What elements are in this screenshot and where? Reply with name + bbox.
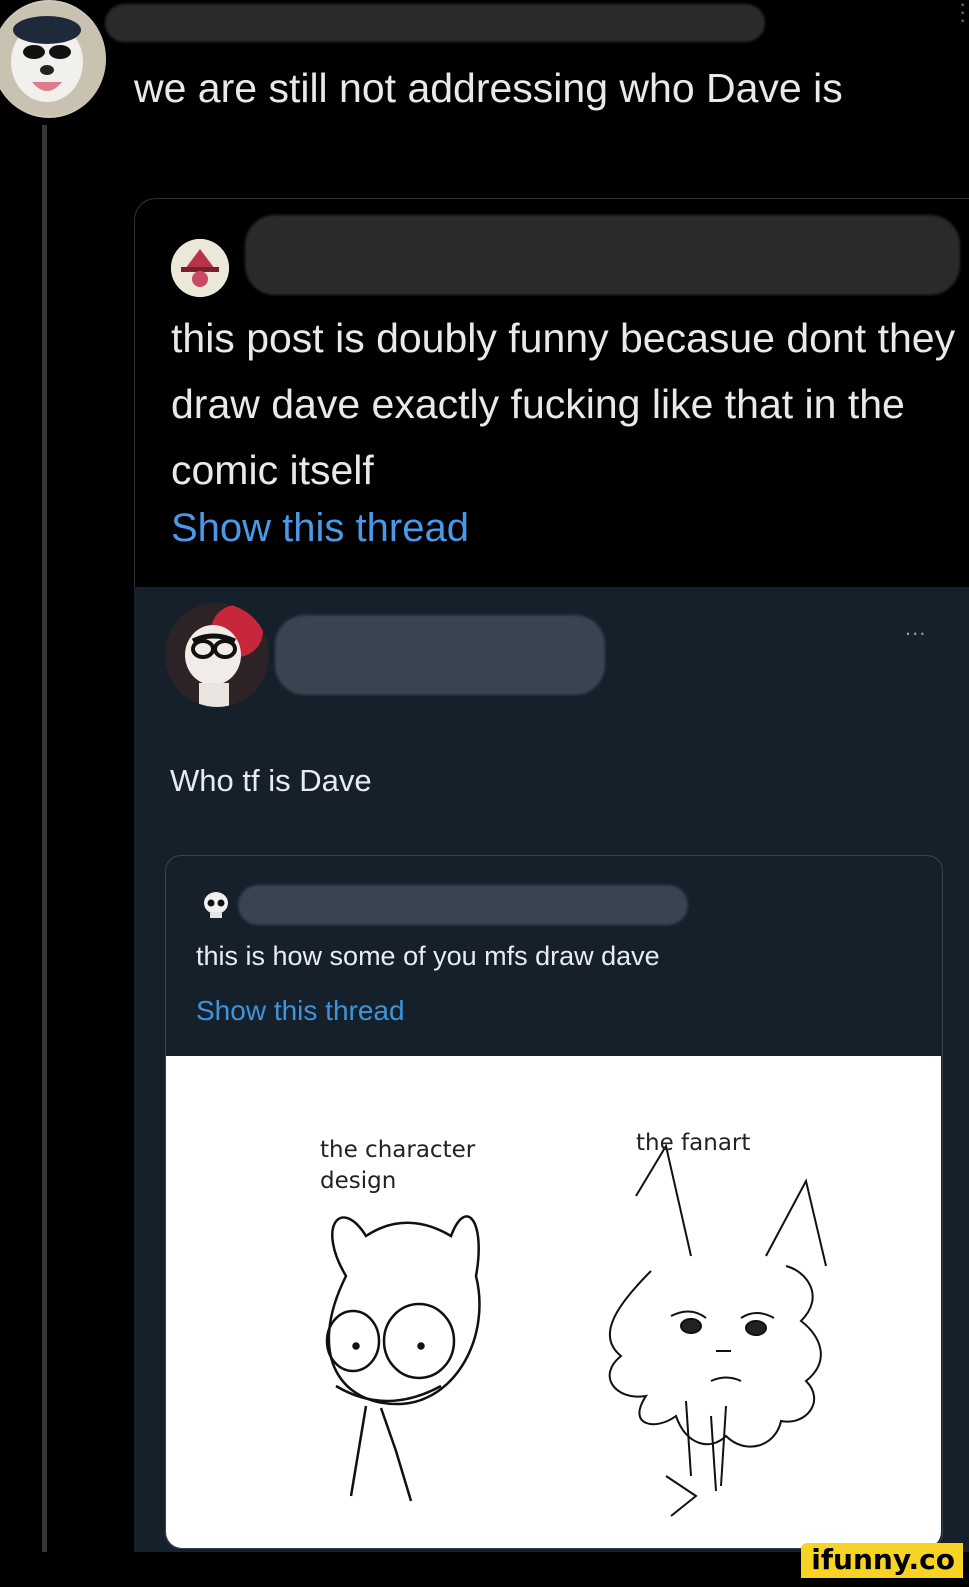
inner-show-thread-link: Show this thread [196, 995, 405, 1026]
screenshot-user-avatar [165, 603, 269, 707]
quoted-tweet-text: this post is doubly funny becasue dont t… [171, 315, 956, 493]
redacted-quoted-username [245, 215, 960, 295]
screenshot-more-icon: ... [905, 615, 927, 640]
ifunny-watermark: ifunny.co [801, 1543, 963, 1578]
more-options-icon[interactable]: · · · [959, 0, 967, 40]
screenshot-tweet-text: Who tf is Dave [170, 763, 372, 798]
redacted-inner-username [238, 885, 688, 925]
show-thread-link[interactable]: Show this thread [171, 506, 469, 551]
fanart-label: the fanart [636, 1130, 751, 1156]
comic-drawing [166, 1056, 941, 1548]
quoted-user-avatar [171, 239, 229, 297]
skull-avatar-icon [197, 886, 237, 926]
tweet-text: we are still not addressing who Dave is [134, 65, 843, 111]
redacted-username [105, 4, 765, 42]
character-design-label: the character design [320, 1137, 476, 1194]
redacted-screenshot-username [275, 615, 605, 695]
user-avatar[interactable] [0, 0, 106, 118]
inner-tweet-text: this is how some of you mfs draw dave [196, 941, 660, 971]
thread-line [42, 125, 47, 1555]
